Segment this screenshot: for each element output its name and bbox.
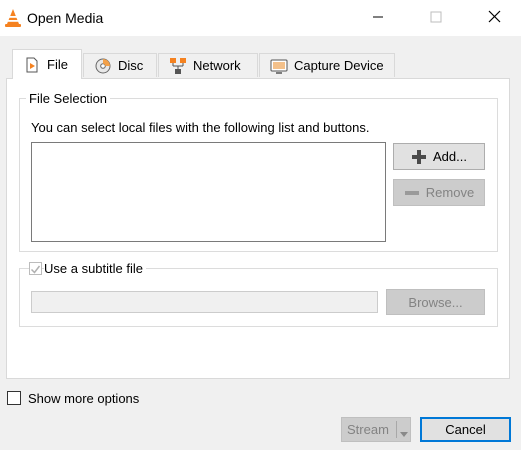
tab-label: Capture Device <box>294 58 384 73</box>
minimize-icon <box>372 11 384 26</box>
close-button[interactable] <box>471 0 517 36</box>
maximize-button[interactable] <box>413 0 459 36</box>
checkmark-icon <box>30 263 41 278</box>
capture-device-icon <box>270 57 288 75</box>
tab-file[interactable]: File <box>12 49 82 79</box>
title-bar: Open Media <box>0 0 521 36</box>
disc-icon <box>94 57 112 75</box>
file-selection-hint: You can select local files with the foll… <box>31 120 370 135</box>
tab-label: File <box>47 57 68 72</box>
tab-disc[interactable]: Disc <box>83 53 157 77</box>
window-title: Open Media <box>27 10 104 26</box>
subtitle-checkbox-label: Use a subtitle file <box>44 261 146 276</box>
cancel-button[interactable]: Cancel <box>420 417 511 442</box>
browse-label: Browse... <box>408 294 463 310</box>
subtitle-path-input[interactable] <box>31 291 378 313</box>
cancel-label: Cancel <box>445 422 486 437</box>
remove-label: Remove <box>425 185 475 200</box>
subtitle-checkbox[interactable] <box>29 262 42 275</box>
plus-icon <box>411 149 427 165</box>
remove-button[interactable]: Remove <box>393 179 485 206</box>
maximize-icon <box>430 11 442 26</box>
file-tab-panel: File Selection You can select local file… <box>6 78 510 379</box>
close-icon <box>488 10 501 26</box>
stream-label: Stream <box>347 422 389 437</box>
show-more-options-label: Show more options <box>28 391 140 406</box>
file-icon <box>23 56 41 74</box>
file-list[interactable] <box>31 142 386 242</box>
chevron-down-icon[interactable] <box>399 426 409 441</box>
file-selection-title: File Selection <box>26 91 111 106</box>
tab-capture-device[interactable]: Capture Device <box>259 53 395 77</box>
add-button[interactable]: Add... <box>393 143 485 170</box>
stream-button[interactable]: Stream <box>341 417 411 442</box>
add-label: Add... <box>433 149 467 164</box>
stream-dropdown-divider <box>396 421 397 438</box>
browse-button[interactable]: Browse... <box>386 289 485 315</box>
tab-bar: File Disc Network Capture Device <box>0 36 521 79</box>
network-icon <box>169 57 187 75</box>
tab-network[interactable]: Network <box>158 53 258 77</box>
tab-label: Disc <box>118 58 144 73</box>
show-more-options-checkbox[interactable] <box>7 391 21 405</box>
minimize-button[interactable] <box>355 0 401 36</box>
minus-icon <box>404 185 420 201</box>
vlc-cone-icon <box>4 8 22 28</box>
tab-label: Network <box>193 58 241 73</box>
